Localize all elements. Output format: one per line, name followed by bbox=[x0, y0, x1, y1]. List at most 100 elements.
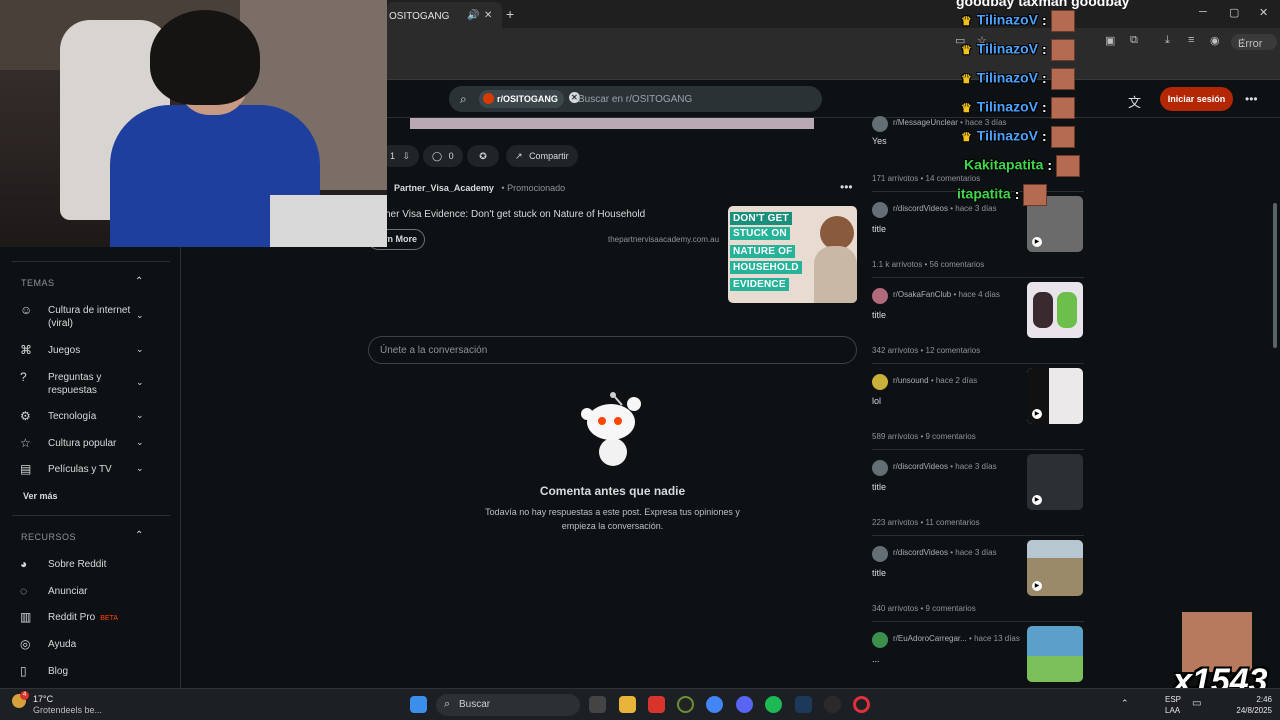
tab-close-icon[interactable]: ✕ bbox=[484, 10, 492, 21]
feed-title[interactable]: ... bbox=[872, 654, 880, 664]
gamepad-icon: ⌘ bbox=[20, 343, 32, 357]
help-icon: ◎ bbox=[20, 637, 31, 651]
tray-chevron-icon[interactable]: ⌃ bbox=[1121, 698, 1129, 709]
feed-thumbnail[interactable] bbox=[1027, 282, 1083, 338]
task-view-icon[interactable] bbox=[589, 696, 606, 713]
comments-button[interactable]: ◯ 0 bbox=[423, 145, 463, 167]
obs-icon[interactable] bbox=[824, 696, 841, 713]
subreddit-avatar bbox=[872, 202, 888, 218]
chevron-up-icon[interactable]: ⌃ bbox=[135, 530, 143, 541]
temas-heading[interactable]: TEMAS bbox=[21, 278, 55, 288]
xbox-icon[interactable] bbox=[677, 696, 694, 713]
award-button[interactable]: ✪ bbox=[467, 145, 499, 167]
post-image[interactable] bbox=[410, 118, 814, 129]
clock[interactable]: 2:46 24/8/2025 bbox=[1228, 694, 1272, 716]
comment-count: 0 bbox=[448, 151, 454, 161]
scrollbar[interactable] bbox=[1270, 118, 1280, 688]
ad-person-body bbox=[814, 246, 857, 303]
ad-thumb-line: DON'T GET bbox=[730, 212, 792, 225]
chevron-down-icon: ⌄ bbox=[136, 344, 144, 354]
chat-line: ♛ TilinazoV: bbox=[961, 10, 1075, 36]
ad-thumb-line: STUCK ON bbox=[730, 227, 790, 240]
ver-mas-link[interactable]: Ver más bbox=[23, 491, 58, 501]
feed-title[interactable]: title bbox=[872, 482, 886, 492]
tech-icon: ⚙ bbox=[20, 409, 31, 423]
play-icon: ▶ bbox=[1032, 409, 1042, 419]
chevron-up-icon[interactable]: ⌃ bbox=[135, 276, 143, 287]
close-window-icon[interactable]: ✕ bbox=[1259, 6, 1268, 19]
divider bbox=[872, 621, 1084, 622]
comment-icon: ◯ bbox=[432, 151, 443, 161]
browser-tab[interactable]: OSITOGANG 🔊 ✕ bbox=[387, 2, 502, 28]
chart-icon: ▥ bbox=[20, 610, 32, 624]
feed-title[interactable]: title bbox=[872, 310, 886, 320]
feed-title[interactable]: Yes bbox=[872, 136, 887, 146]
sidebar-item-preguntas[interactable]: ? Preguntas y respuestas ⌄ bbox=[20, 370, 150, 396]
comment-input[interactable]: Únete a la conversación bbox=[368, 336, 857, 364]
share-label: Compartir bbox=[529, 151, 569, 161]
feed-item[interactable]: r/EuAdoroCarregar... • hace 13 días ... bbox=[872, 626, 1086, 686]
film-icon: ▤ bbox=[20, 462, 32, 476]
feed-thumbnail[interactable]: ▶ bbox=[1027, 454, 1083, 510]
more-options-icon[interactable]: ••• bbox=[840, 180, 853, 194]
network-icon[interactable]: ▭ bbox=[1192, 698, 1201, 709]
crown-icon: ♛ bbox=[961, 100, 972, 115]
feed-item[interactable]: r/discordVideos • hace 3 días title 223 … bbox=[872, 454, 1086, 540]
opera-icon[interactable] bbox=[853, 696, 870, 713]
chrome-icon[interactable] bbox=[706, 696, 723, 713]
app-icon[interactable] bbox=[648, 696, 665, 713]
search-input[interactable]: ⌕ r/OSITOGANG ✕ Buscar en r/OSITOGANG bbox=[449, 86, 822, 112]
feed-item[interactable]: r/OsakaFanClub • hace 4 días title 342 a… bbox=[872, 282, 1086, 368]
snoo-mascot-icon bbox=[581, 392, 641, 466]
feed-thumbnail[interactable]: ▶ bbox=[1027, 540, 1083, 596]
language-indicator[interactable]: ESP LAA bbox=[1165, 694, 1181, 716]
new-tab-button[interactable]: + bbox=[506, 6, 514, 22]
subreddit-avatar bbox=[872, 460, 888, 476]
taskbar-search[interactable]: ⌕ Buscar bbox=[436, 694, 580, 716]
subreddit-chip[interactable]: r/OSITOGANG ✕ bbox=[479, 90, 580, 108]
emote-icon bbox=[1050, 126, 1075, 148]
feed-item[interactable]: r/discordVideos • hace 3 días title 340 … bbox=[872, 540, 1086, 626]
ad-title[interactable]: her Visa Evidence: Don't get stuck on Na… bbox=[385, 209, 645, 220]
ad-thumbnail[interactable]: DON'T GET STUCK ON NATURE OF HOUSEHOLD E… bbox=[728, 206, 857, 303]
chat-overlay: goodbay taxman goodbay ♛ TilinazoV: ♛ Tili… bbox=[956, 0, 1246, 212]
emote-icon bbox=[1050, 68, 1075, 90]
spotify-icon[interactable] bbox=[765, 696, 782, 713]
steam-icon[interactable] bbox=[795, 696, 812, 713]
feed-title[interactable]: title bbox=[872, 224, 886, 234]
feed-stats: 223 arrivotos • 11 comentarios bbox=[872, 518, 980, 527]
windows-start-icon[interactable] bbox=[410, 696, 427, 713]
feed-item[interactable]: r/unsound • hace 2 días lol 589 arrivoto… bbox=[872, 368, 1086, 454]
subreddit-avatar bbox=[872, 374, 888, 390]
feed-stats: 1.1 k arrivotos • 56 comentarios bbox=[872, 260, 985, 269]
chevron-down-icon: ⌄ bbox=[136, 310, 144, 320]
share-button[interactable]: ↗ Compartir bbox=[506, 145, 578, 167]
more-options-icon[interactable]: ••• bbox=[1245, 92, 1258, 106]
sidebar-item-cultura-internet[interactable]: ☺ Cultura de internet (viral) ⌄ bbox=[20, 303, 150, 329]
chat-line: ♛ TilinazoV: bbox=[961, 126, 1075, 152]
scrollbar-thumb[interactable] bbox=[1273, 203, 1277, 348]
ad-user[interactable]: Partner_Visa_Academy bbox=[394, 183, 494, 193]
tab-audio-icon[interactable]: 🔊 bbox=[467, 10, 479, 21]
recursos-heading[interactable]: RECURSOS bbox=[21, 532, 76, 542]
reddit-pro-label: Reddit Pro bbox=[48, 612, 96, 623]
file-explorer-icon[interactable] bbox=[619, 696, 636, 713]
crown-icon: ♛ bbox=[961, 71, 972, 86]
feed-meta: r/discordVideos • hace 3 días bbox=[893, 548, 997, 557]
ad-domain[interactable]: thepartnervisaacademy.com.au bbox=[608, 235, 719, 244]
ad-header: Partner_Visa_Academy • Promocionado bbox=[380, 183, 565, 193]
feed-title[interactable]: title bbox=[872, 568, 886, 578]
notification-badge: 4 bbox=[20, 691, 29, 700]
chat-line: ♛ TilinazoV: bbox=[961, 68, 1075, 94]
play-icon: ▶ bbox=[1032, 581, 1042, 591]
vote-count: 1 bbox=[390, 151, 396, 161]
feed-title[interactable]: lol bbox=[872, 396, 881, 406]
discord-icon[interactable] bbox=[736, 696, 753, 713]
feed-thumbnail[interactable] bbox=[1027, 626, 1083, 682]
webcam-overlay bbox=[0, 0, 387, 247]
ad-thumb-line: NATURE OF bbox=[730, 245, 796, 258]
downvote-icon[interactable]: ⇩ bbox=[403, 151, 411, 161]
subreddit-chip-label: r/OSITOGANG bbox=[497, 94, 558, 104]
feed-thumbnail[interactable]: ▶ bbox=[1027, 368, 1083, 424]
chat-line: ♛ TilinazoV: bbox=[961, 97, 1075, 123]
